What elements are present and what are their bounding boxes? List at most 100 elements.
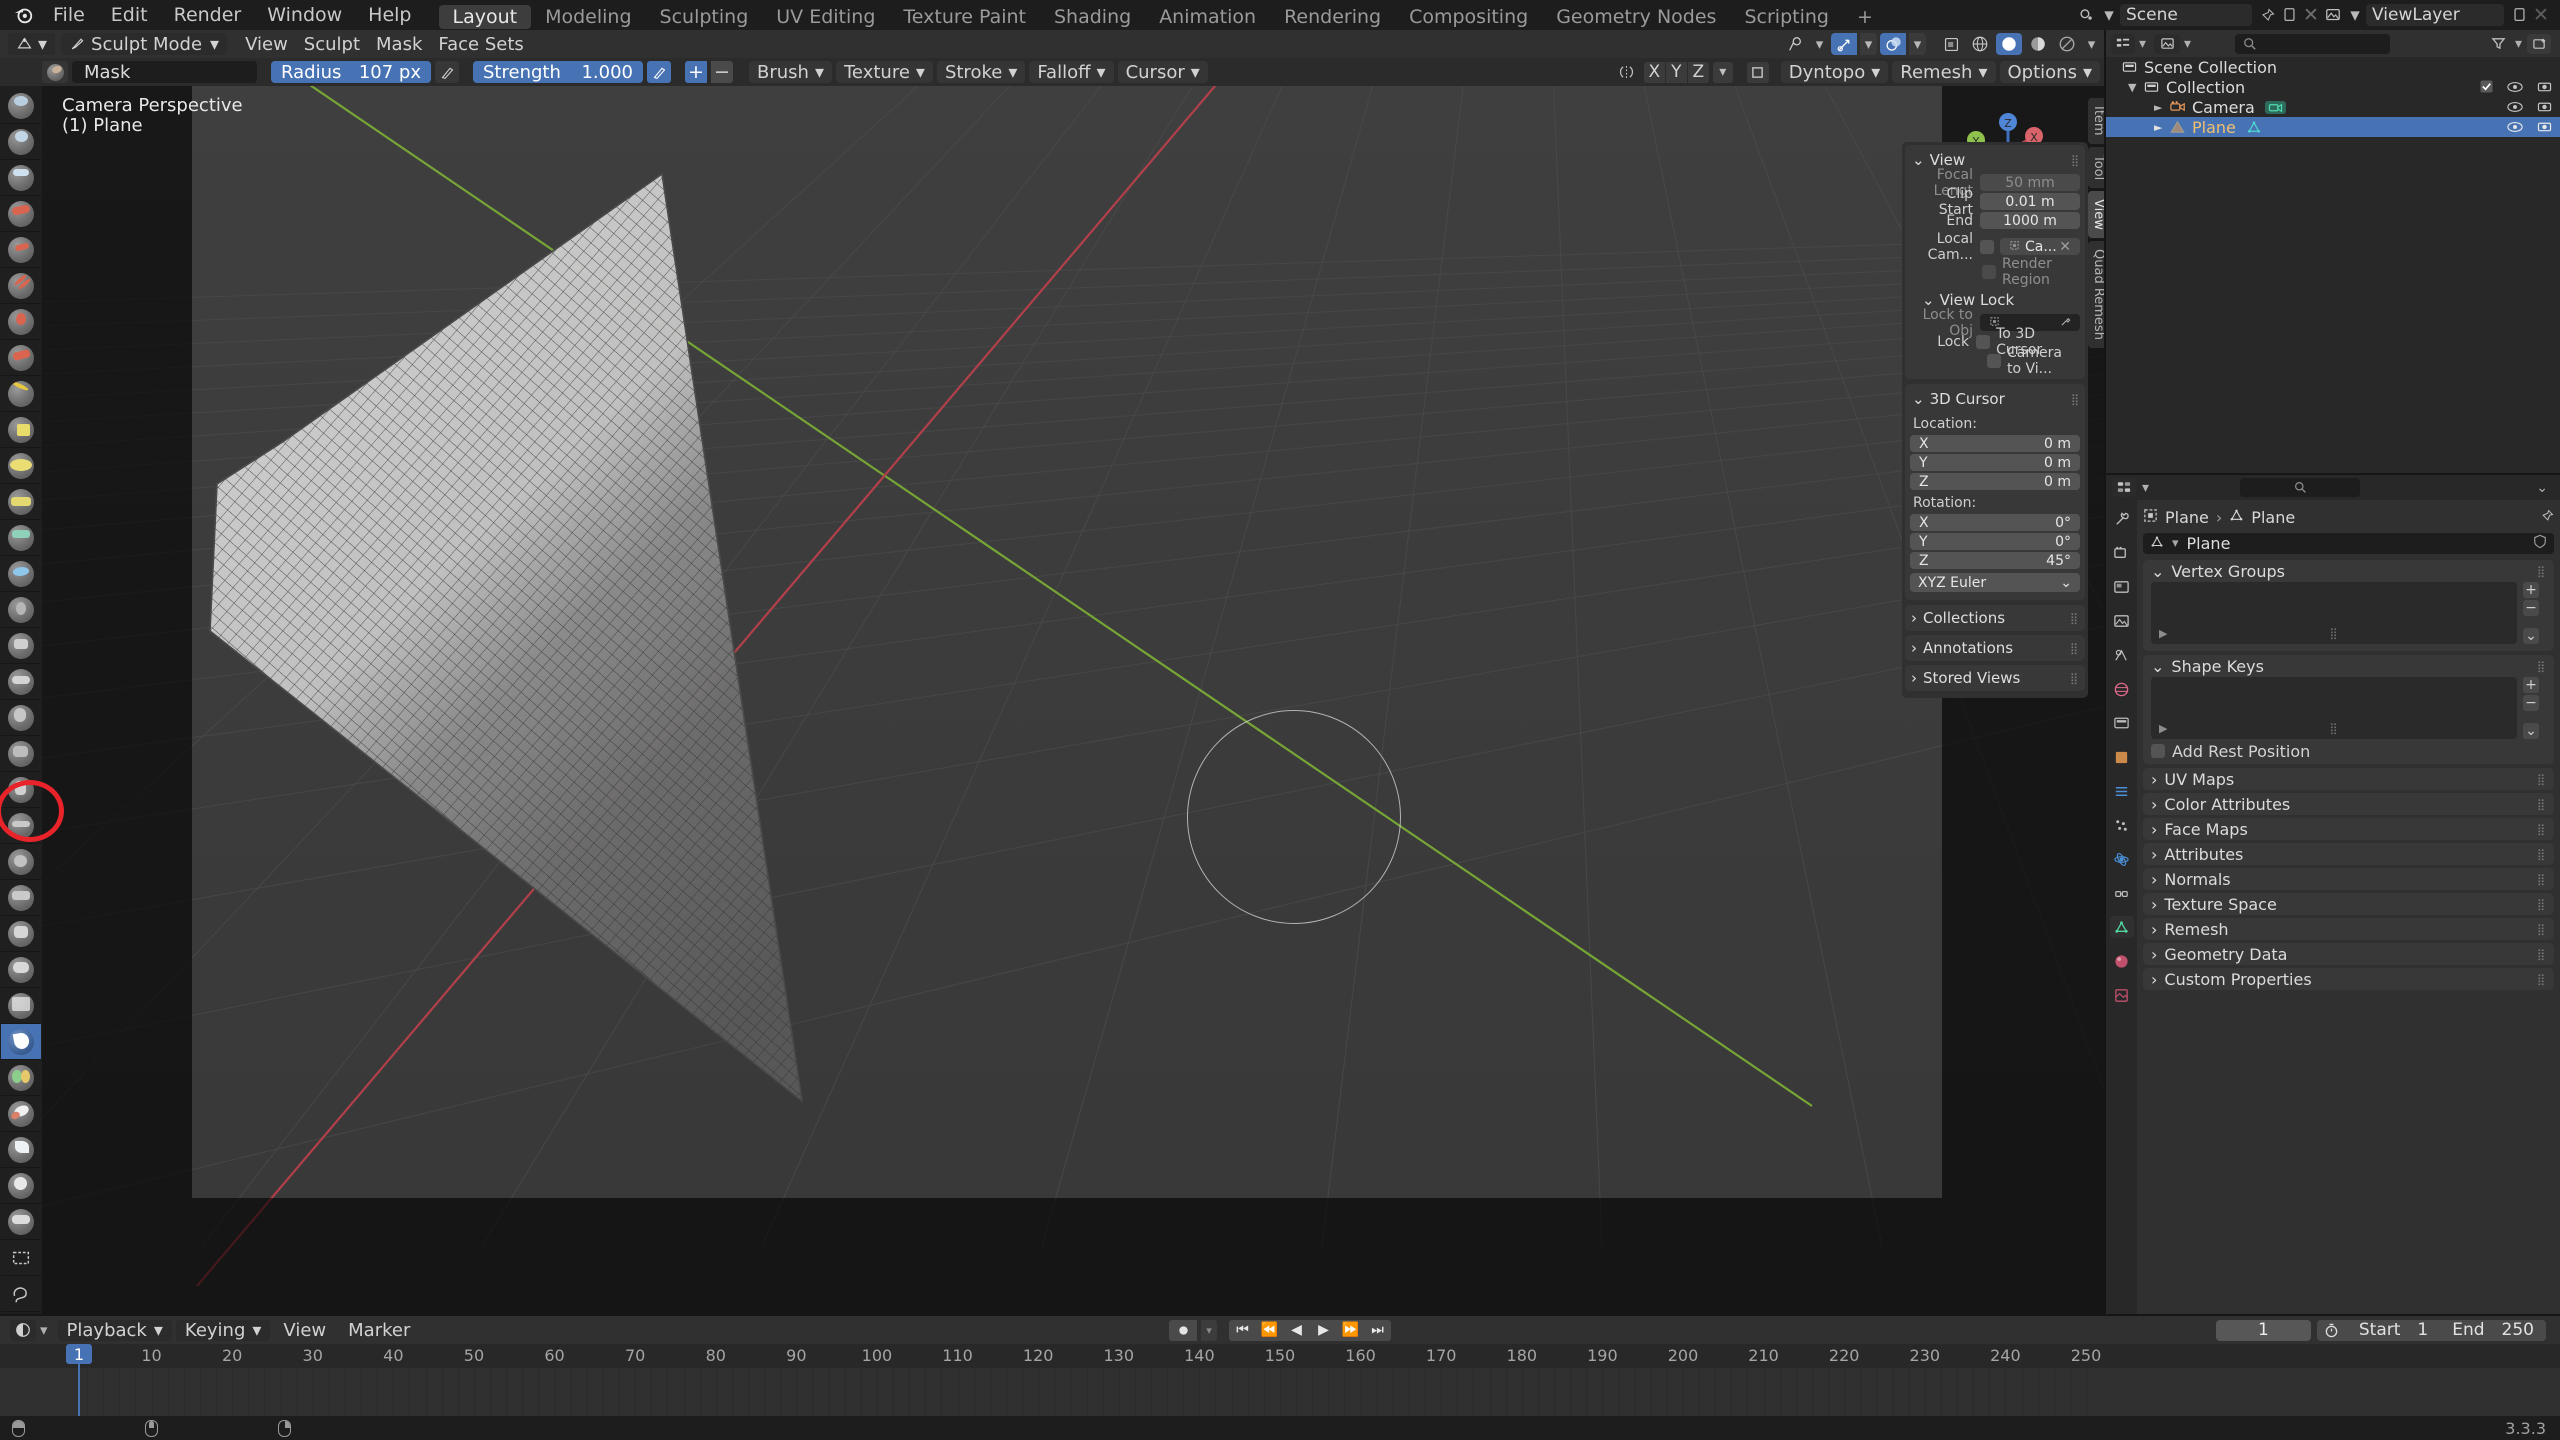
row-render-region[interactable]: Render Region — [1910, 256, 2080, 288]
rotation-mode-dropdown[interactable]: XYZ Euler ⌄ — [1910, 573, 2080, 592]
strength-slider[interactable]: Strength 1.000 — [473, 61, 643, 83]
current-frame-field[interactable]: 1 — [2215, 1319, 2311, 1341]
tool-pose[interactable] — [1, 772, 41, 808]
row-add-rest-position[interactable]: Add Rest Position — [2143, 742, 2554, 764]
scene-dropdown-icon[interactable]: ▾ — [2098, 4, 2120, 26]
timeline-ruler[interactable]: 10 20 30 40 50 60 70 80 90 100 110 120 130 140 150 160 1… — [0, 1344, 2560, 1368]
workspace-tab-sculpting[interactable]: Sculpting — [646, 5, 763, 29]
panel-geometry-data[interactable]: › Geometry Data ⣿ — [2143, 943, 2554, 965]
tool-paint[interactable] — [1, 1168, 41, 1204]
menu-window[interactable]: Window — [254, 0, 355, 30]
visibility-icon[interactable] — [1782, 33, 1808, 55]
viewport-menu-sculpt[interactable]: Sculpt — [296, 33, 368, 55]
popover-cursor[interactable]: Cursor ▾ — [1117, 61, 1208, 83]
row-cursor-loc-x[interactable]: X 0 m — [1910, 435, 2080, 452]
panel-uv-maps[interactable]: › UV Maps ⣿ — [2143, 768, 2554, 790]
timeline-menu-marker[interactable]: Marker — [339, 1320, 419, 1341]
popover-remesh[interactable]: Remesh ▾ — [1892, 61, 1996, 83]
tool-inflate[interactable] — [1, 304, 41, 340]
disclosure-triangle-icon-collection[interactable]: ▼ — [2128, 81, 2142, 94]
divider-outliner-properties[interactable] — [2106, 473, 2560, 475]
tool-fill[interactable] — [1, 484, 41, 520]
local-camera-checkbox[interactable] — [1980, 239, 1994, 254]
eye-icon-camera[interactable] — [2507, 98, 2523, 117]
tool-lasso-mask[interactable] — [1, 1276, 41, 1312]
pin-scene-icon[interactable] — [2256, 4, 2278, 26]
tool-rotate[interactable] — [1, 844, 41, 880]
popover-falloff[interactable]: Falloff ▾ — [1029, 61, 1114, 83]
workspace-tab-layout[interactable]: Layout — [438, 4, 532, 29]
properties-tab-scene[interactable] — [2110, 644, 2134, 666]
symmetry-axis-z[interactable]: Z — [1687, 61, 1709, 83]
menu-render[interactable]: Render — [161, 0, 255, 30]
cursor-loc-z[interactable]: Z 0 m — [1910, 473, 2080, 490]
properties-tab-world[interactable] — [2110, 678, 2134, 700]
tool-nudge[interactable] — [1, 808, 41, 844]
jump-to-start-button[interactable]: ⏮ — [1229, 1319, 1256, 1341]
eye-icon-collection[interactable] — [2507, 78, 2523, 97]
tool-simplify[interactable] — [1, 988, 41, 1024]
visibility-dropdown-icon[interactable]: ▾ — [1811, 35, 1828, 53]
tool-mask[interactable] — [1, 1024, 41, 1060]
cursor-rot-x[interactable]: X 0° — [1910, 514, 2080, 531]
workspace-tab-rendering[interactable]: Rendering — [1270, 5, 1395, 29]
clip-end-value[interactable]: 1000 m — [1980, 212, 2080, 229]
cursor-rot-z[interactable]: Z 45° — [1910, 552, 2080, 569]
symmetry-axis-y[interactable]: Y — [1665, 61, 1687, 83]
properties-tab-render[interactable] — [2110, 542, 2134, 564]
outliner-row-collection[interactable]: ▼ Collection — [2106, 77, 2560, 97]
disclosure-triangle-icon-camera[interactable]: ► — [2154, 101, 2168, 114]
collection-enable-checkbox[interactable] — [2480, 78, 2493, 97]
outliner-row-camera[interactable]: ► Camera — [2106, 97, 2560, 117]
tool-clay[interactable] — [1, 160, 41, 196]
add-vertex-group-button[interactable]: + — [2523, 582, 2539, 598]
workspace-tab-animation[interactable]: Animation — [1145, 5, 1270, 29]
panel-annotations[interactable]: › Annotations ⣿ — [1905, 635, 2085, 661]
tool-boundary[interactable] — [1, 916, 41, 952]
shading-wireframe-icon[interactable] — [1967, 33, 1993, 55]
playhead-line[interactable] — [78, 1364, 80, 1416]
properties-tab-object-data[interactable] — [2109, 916, 2134, 938]
panel-stored-views[interactable]: › Stored Views ⣿ — [1905, 665, 2085, 691]
jump-to-prev-keyframe-button[interactable]: ⏪ — [1256, 1319, 1283, 1341]
mesh-data-name-field[interactable]: ▾ Plane — [2143, 533, 2554, 554]
plane-mesh[interactable] — [42, 86, 2106, 1316]
panel-vertex-groups-header[interactable]: ⌄ Vertex Groups ⣿ — [2143, 560, 2554, 582]
timeline-editor-type-icon[interactable] — [10, 1319, 36, 1341]
lock-3d-cursor-checkbox[interactable] — [1976, 334, 1991, 349]
row-camera-to-view[interactable]: Camera to Vi... — [1910, 345, 2080, 377]
outliner-search-input[interactable] — [2235, 33, 2391, 54]
popover-brush[interactable]: Brush ▾ — [749, 61, 832, 83]
row-cursor-loc-z[interactable]: Z 0 m — [1910, 473, 2080, 490]
viewport-menu-face-sets[interactable]: Face Sets — [430, 33, 531, 55]
viewlayer-name-field[interactable]: ViewLayer — [2366, 4, 2504, 26]
remove-shape-key-button[interactable]: − — [2523, 695, 2539, 711]
new-scene-icon[interactable] — [2278, 4, 2300, 26]
scene-browse-icon[interactable] — [2076, 4, 2098, 26]
properties-search-input[interactable] — [2240, 478, 2361, 497]
tool-layer[interactable] — [1, 268, 41, 304]
playhead-handle[interactable]: 1 — [66, 1344, 92, 1364]
tool-draw-face-sets[interactable] — [1, 1060, 41, 1096]
breadcrumb-object-name[interactable]: Plane — [2165, 508, 2209, 527]
workspace-tab-geometry-nodes[interactable]: Geometry Nodes — [1542, 5, 1730, 29]
add-brush-button[interactable]: + — [685, 61, 707, 83]
shading-rendered-icon[interactable] — [2054, 33, 2080, 55]
camera-to-view-checkbox[interactable] — [1987, 353, 2001, 368]
mesh-data-browse-dropdown-icon[interactable]: ▾ — [2172, 536, 2179, 551]
tool-multires-displacement-eraser[interactable] — [1, 1096, 41, 1132]
tool-scrape[interactable] — [1, 520, 41, 556]
properties-tab-constraints[interactable] — [2110, 882, 2134, 904]
strength-pressure-icon[interactable] — [647, 61, 671, 83]
tool-box-mask[interactable] — [1, 1240, 41, 1276]
outliner-editor-type-icon[interactable] — [2111, 33, 2135, 54]
timeline-track-area[interactable]: 1 — [0, 1344, 2560, 1416]
popover-options[interactable]: Options ▾ — [1999, 61, 2100, 83]
outliner-filter-icon[interactable] — [2488, 34, 2510, 54]
timeline-menu-view[interactable]: View — [274, 1320, 335, 1341]
cursor-rot-y[interactable]: Y 0° — [1910, 533, 2080, 550]
add-rest-position-checkbox[interactable] — [2151, 744, 2165, 758]
clip-start-value[interactable]: 0.01 m — [1980, 193, 2080, 210]
popover-stroke[interactable]: Stroke ▾ — [936, 61, 1026, 83]
panel-collections[interactable]: › Collections ⣿ — [1905, 605, 2085, 631]
